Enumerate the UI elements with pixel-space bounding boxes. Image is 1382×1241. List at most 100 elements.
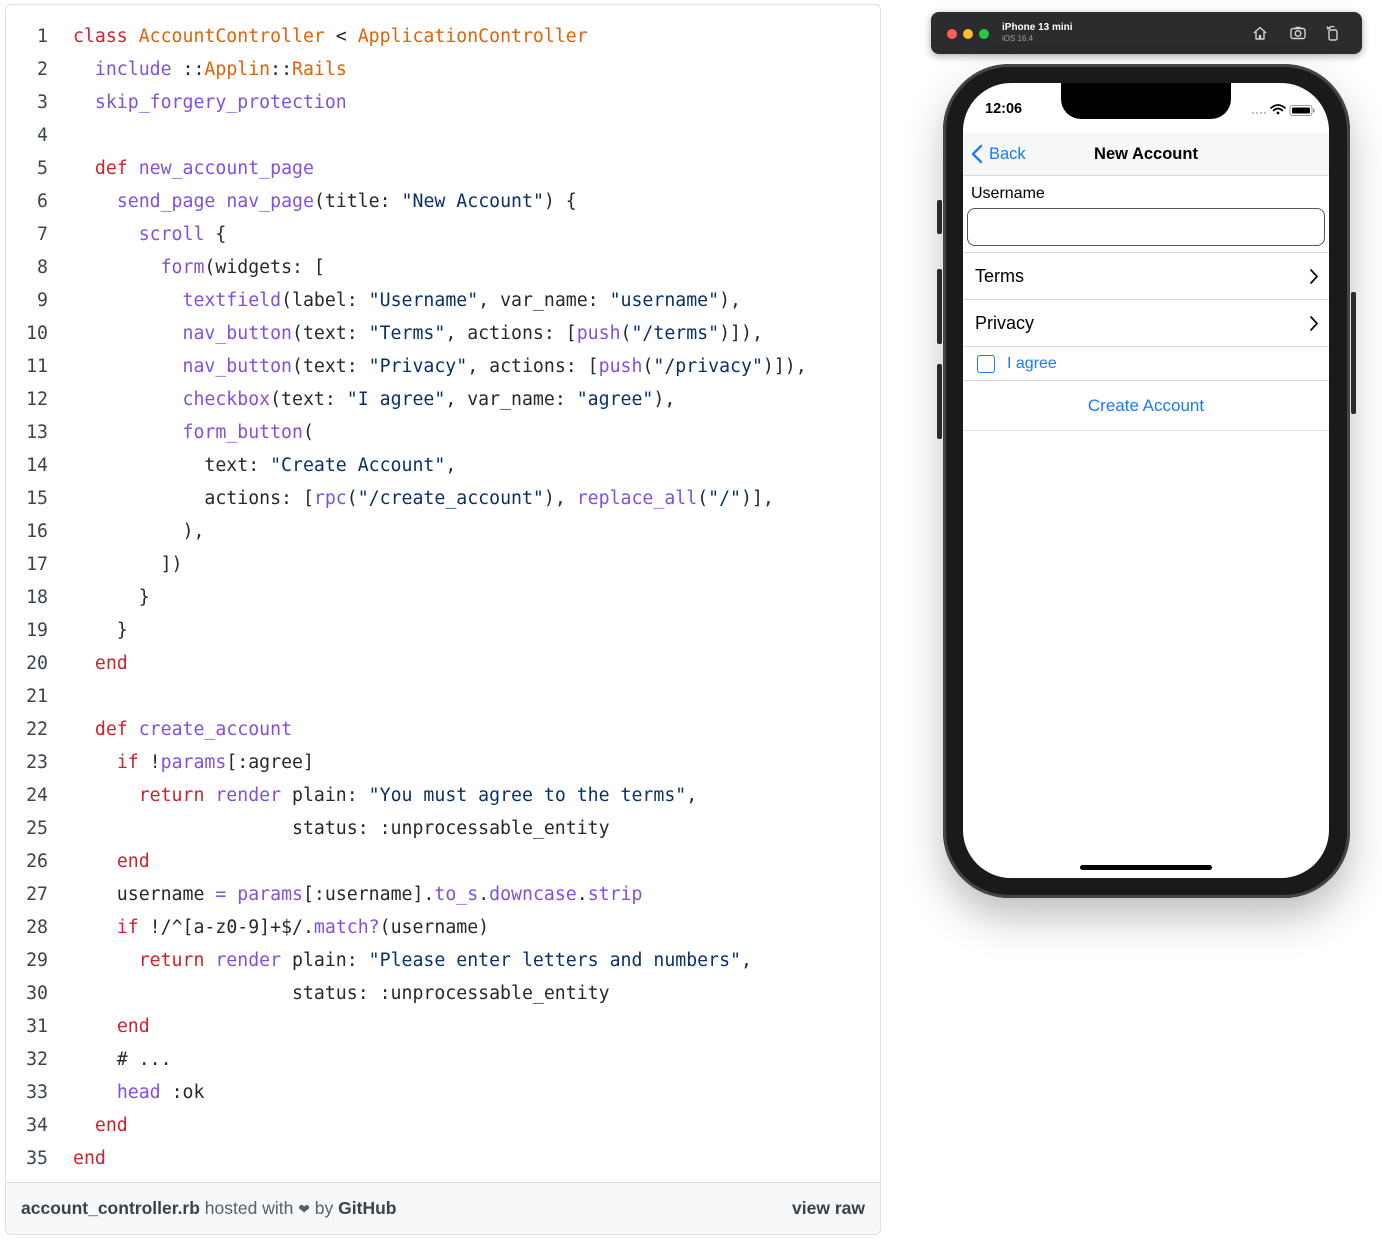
view-raw-link[interactable]: view raw [792,1183,865,1234]
code-token: def [94,719,139,740]
code-line: 29 return render plain: "Please enter le… [6,944,880,977]
mute-switch [937,200,942,234]
code-token: "/create_account" [357,488,544,509]
line-number: 27 [26,884,48,905]
code-token: nav_button [182,323,293,344]
code-line: 18 } [6,581,880,614]
create-account-button[interactable]: Create Account [963,396,1329,416]
code-token: ( [697,488,709,509]
navigation-bar: Back New Account [963,133,1329,176]
line-content: nav_button(text: "Terms", actions: [push… [73,317,763,350]
code-token: "New Account" [401,191,544,212]
code-line: 15 actions: [rpc("/create_account"), rep… [6,482,880,515]
code-token: ! [138,752,161,773]
wifi-icon [1270,104,1286,112]
code-token: "Create Account" [270,455,446,476]
code-line: 32 # ... [6,1043,880,1076]
code-line: 30 status: :unprocessable_entity [6,977,880,1010]
code-token: ), [73,521,205,542]
username-input[interactable] [967,208,1325,246]
line-content: class AccountController < ApplicationCon… [73,20,588,53]
agree-checkbox[interactable] [977,355,995,373]
line-content: if !/^[a-z0-9]+$/.match?(username) [73,911,489,944]
line-number: 12 [26,389,48,410]
gist-meta: account_controller.rb hosted with ❤ by G… [21,1183,396,1234]
rotate-icon[interactable] [1324,24,1342,42]
code-line: 13 form_button( [6,416,880,449]
home-icon[interactable] [1251,24,1269,42]
line-number: 7 [37,224,48,245]
code-line: 19 } [6,614,880,647]
code-token: ( [346,488,358,509]
code-token: send_page [116,191,216,212]
line-number: 26 [26,851,48,872]
hosted-with-text: hosted with [199,1198,299,1218]
code-token: status: :unprocessable_entity [73,818,610,839]
code-token: push [576,323,621,344]
line-number: 34 [26,1115,48,1136]
line-number: 22 [26,719,48,740]
code-token: params [237,884,303,905]
code-token: end [73,1148,106,1169]
zoom-window-button[interactable] [979,29,989,39]
line-content: if !params[:agree] [73,746,314,779]
line-number: 1 [37,26,48,47]
code-token: downcase [489,884,577,905]
code-token: text: [73,455,271,476]
code-token: include [94,59,172,80]
code-token: create_account [138,719,293,740]
code-token: end [94,1115,128,1136]
close-window-button[interactable] [947,29,957,39]
code-token: "agree" [576,389,654,410]
code-token: (username) [379,917,490,938]
device-name: iPhone 13 mini [1002,22,1073,33]
agree-checkbox-row[interactable]: I agree [963,346,1329,381]
code-token: new_account_page [138,158,314,179]
line-number: 17 [26,554,48,575]
code-line: 26 end [6,845,880,878]
github-link[interactable]: GitHub [338,1198,396,1218]
privacy-row[interactable]: Privacy [963,299,1329,347]
code-token: replace_all [576,488,698,509]
code-token: "Terms" [368,323,446,344]
code-token: (title: [313,191,402,212]
simulator-titlebar: iPhone 13 mini iOS 16.4 [931,12,1362,54]
line-number: 23 [26,752,48,773]
line-content: return render plain: "Please enter lette… [73,944,752,977]
os-version: iOS 16.4 [1002,34,1034,43]
code-line: 20 end [6,647,880,680]
line-number: 6 [37,191,48,212]
minimize-window-button[interactable] [963,29,973,39]
terms-row[interactable]: Terms [963,252,1329,300]
code-line: 10 nav_button(text: "Terms", actions: [p… [6,317,880,350]
gist-filename-link[interactable]: account_controller.rb [21,1198,200,1218]
code-token: [:username]. [302,884,435,905]
line-content: end [73,1142,106,1175]
code-token: :: [171,59,205,80]
code-token: push [598,356,643,377]
code-token: strip [587,884,643,905]
code-token: checkbox [182,389,271,410]
screenshot-icon[interactable] [1289,24,1307,42]
line-number: 14 [26,455,48,476]
code-token: form [160,257,205,278]
volume-down-button [937,364,942,439]
nav-title: New Account [1094,145,1198,163]
agree-label: I agree [1007,355,1057,372]
code-token: ApplicationController [357,26,588,47]
line-number: 21 [26,686,48,707]
line-content: nav_button(text: "Privacy", actions: [pu… [73,350,807,383]
code-line: 14 text: "Create Account", [6,449,880,482]
code-token: end [116,851,150,872]
code-token: plain: [281,950,369,971]
